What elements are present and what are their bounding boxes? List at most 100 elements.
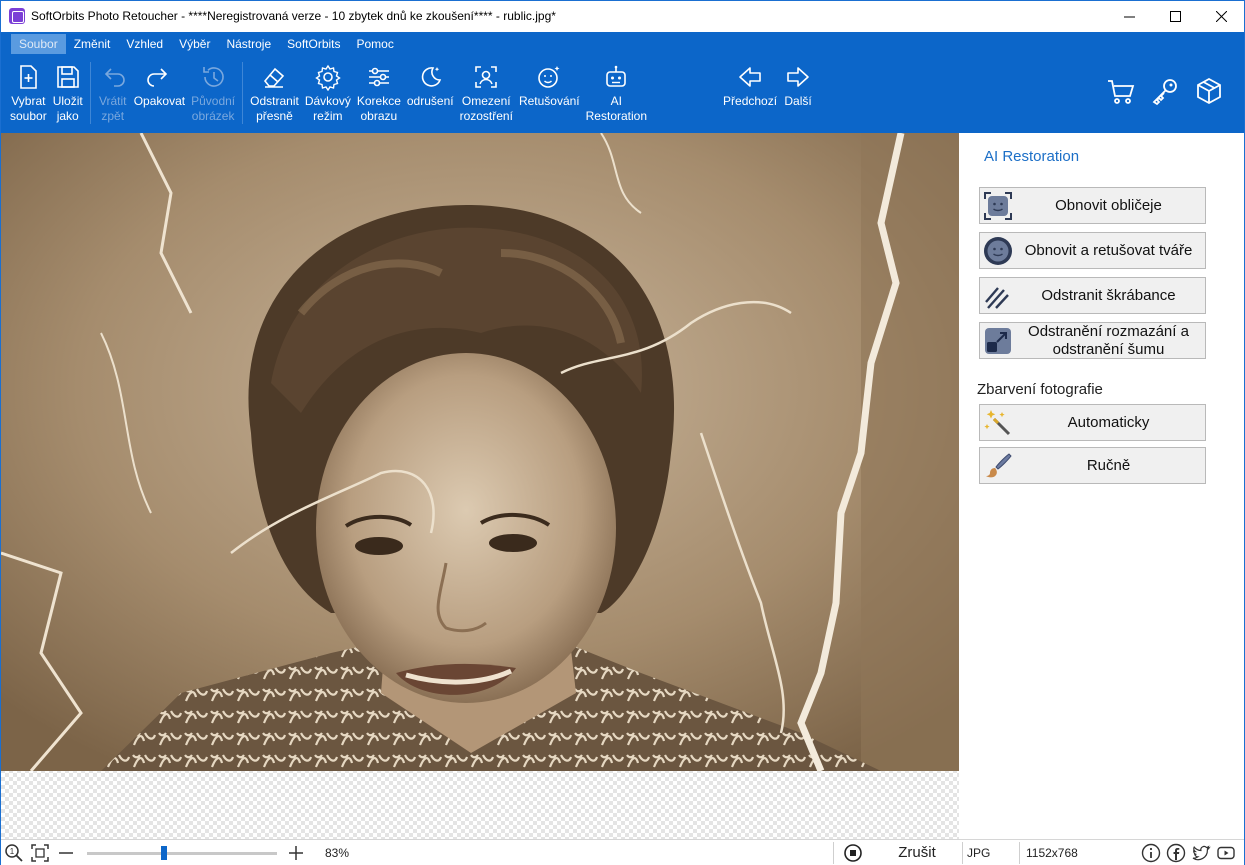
blur-reduction-label-1: Omezení [461,94,511,108]
redo-icon [144,60,174,94]
erase-precise-button[interactable]: Odstranit přesně [247,60,302,130]
gear-icon [313,60,343,94]
next-button[interactable]: Další [780,60,816,130]
package-icon[interactable] [1194,76,1224,106]
eraser-icon [259,60,289,94]
status-bar: 1 83% Zrušit JPG 1152x768 [1,839,1244,865]
undo-button[interactable]: Vrátit zpět [95,60,131,130]
menu-pomoc[interactable]: Pomoc [349,34,402,54]
deblur-denoise-label: Odstranění rozmazání a odstranění šumu [1016,323,1205,359]
info-button[interactable] [1138,840,1163,865]
image-dimensions: 1152x768 [1026,845,1078,860]
menu-zmenit[interactable]: Změnit [66,34,119,54]
previous-button[interactable]: Předchozí [720,60,780,130]
restore-faces-button[interactable]: Obnovit obličeje [979,187,1206,224]
zoom-slider[interactable] [87,840,277,865]
open-file-label-2: soubor [10,109,47,123]
paint-brush-icon [980,448,1016,483]
scratches-icon [980,278,1016,313]
youtube-icon [1216,846,1235,859]
photo-portrait [1,133,959,771]
cancel-button[interactable]: Zrušit [872,844,962,861]
ribbon-right-icons [1106,76,1224,106]
ai-restoration-panel: AI Restoration Obnovit obličeje Obnovit … [959,133,1244,839]
next-label: Další [784,94,812,108]
zoom-out-button[interactable] [53,840,79,865]
key-icon[interactable] [1150,76,1180,106]
deblur-denoise-label-1: Odstranění rozmazání a [1028,322,1189,340]
app-logo-icon [9,8,25,24]
ai-restoration-label-2: Restoration [585,109,648,123]
deblur-denoise-label-2: odstranění šumu [1052,340,1165,358]
image-correction-button[interactable]: Korekce obrazu [354,60,404,130]
batch-mode-label-2: režim [313,109,343,123]
history-icon [198,60,228,94]
title-bar: SoftOrbits Photo Retoucher - ****Neregis… [1,1,1244,31]
close-button[interactable] [1198,1,1244,31]
ai-restoration-button[interactable]: AI Restoration [583,60,650,130]
menu-bar: Soubor Změnit Vzhled Výběr Nástroje Soft… [11,34,402,54]
ribbon: Soubor Změnit Vzhled Výběr Nástroje Soft… [1,32,1244,133]
menu-vzhled[interactable]: Vzhled [118,34,171,54]
original-image-button[interactable]: Původní obrázek [188,60,238,130]
restore-retouch-faces-label: Obnovit a retušovat tváře [1024,241,1193,259]
svg-text:1: 1 [10,847,15,856]
window-title: SoftOrbits Photo Retoucher - ****Neregis… [31,9,556,23]
image-correction-label-1: Korekce [356,94,401,108]
image-correction-label-2: obrazu [360,109,398,123]
twitter-button[interactable] [1188,840,1213,865]
zoom-slider-thumb[interactable] [161,845,167,860]
denoise-button[interactable]: odrušení [404,60,457,130]
auto-colorize-label: Automaticky [1067,413,1150,431]
batch-mode-button[interactable]: Dávkový režim [302,60,354,130]
youtube-button[interactable] [1213,840,1238,865]
save-as-label-1: Uložit [52,94,83,108]
zoom-one-icon: 1 [5,843,23,862]
auto-colorize-button[interactable]: Automaticky [979,404,1206,441]
undo-label-2: zpět [101,109,125,123]
maximize-icon [1169,10,1181,22]
plus-icon [289,845,303,860]
restore-retouch-faces-button[interactable]: Obnovit a retušovat tváře [979,232,1206,269]
remove-scratches-label: Odstranit škrábance [1041,286,1176,304]
moon-stars-icon [415,60,445,94]
toolbar: Vybrat soubor Uložit jako Vrátit zpět Op… [7,60,816,130]
redo-button[interactable]: Opakovat [131,60,188,130]
retouch-button[interactable]: Retušování [516,60,583,130]
minimize-button[interactable] [1106,1,1152,31]
file-format: JPG [967,845,991,860]
erase-precise-label-2: přesně [256,109,293,123]
image-canvas[interactable] [1,133,959,839]
cart-icon[interactable] [1106,76,1136,106]
menu-nastroje[interactable]: Nástroje [218,34,279,54]
zoom-fit-button[interactable]: 1 [1,840,27,865]
ai-restoration-label-1: AI [610,94,622,108]
floppy-icon [53,60,83,94]
original-image-label-2: obrázek [191,109,235,123]
save-as-label-2: jako [56,109,79,123]
deblur-denoise-button[interactable]: Odstranění rozmazání a odstranění šumu [979,322,1206,359]
maximize-button[interactable] [1152,1,1198,31]
window-controls [1106,1,1244,31]
new-file-icon [13,60,43,94]
open-file-button[interactable]: Vybrat soubor [7,60,50,130]
manual-colorize-button[interactable]: Ručně [979,447,1206,484]
remove-scratches-button[interactable]: Odstranit škrábance [979,277,1206,314]
redo-label: Opakovat [133,94,186,108]
arrow-right-icon [783,60,813,94]
menu-soubor[interactable]: Soubor [11,34,66,54]
zoom-level: 83% [325,845,350,860]
toolbar-separator [242,62,244,124]
minimize-icon [1123,16,1135,17]
undo-icon [98,60,128,94]
magic-wand-icon [980,405,1016,440]
zoom-slider-track [87,851,277,855]
facebook-button[interactable] [1163,840,1188,865]
menu-vyber[interactable]: Výběr [171,34,218,54]
fit-screen-button[interactable] [27,840,53,865]
blur-reduction-button[interactable]: Omezení rozostření [457,60,516,130]
save-as-button[interactable]: Uložit jako [50,60,86,130]
menu-softorbits[interactable]: SoftOrbits [279,34,348,54]
stop-button[interactable] [834,840,872,865]
zoom-in-button[interactable] [281,840,311,865]
